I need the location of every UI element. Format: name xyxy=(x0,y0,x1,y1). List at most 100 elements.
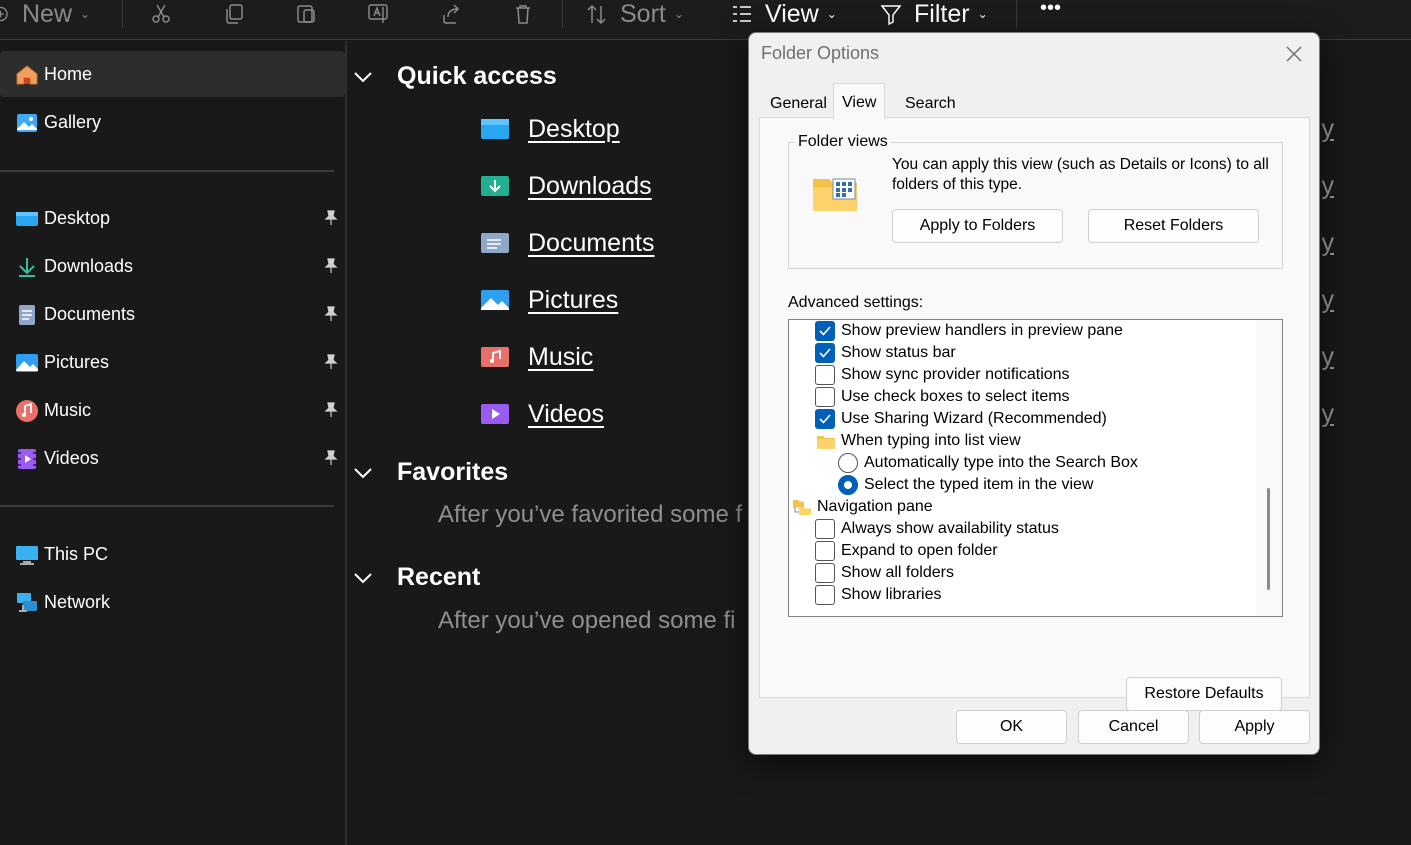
check-icon xyxy=(819,414,831,424)
setting-use-sharing-wizard[interactable]: Use Sharing Wizard (Recommended) xyxy=(815,408,1107,430)
view-button[interactable]: View ⌄ xyxy=(731,0,837,28)
network-icon xyxy=(17,593,37,612)
documents-icon xyxy=(19,305,35,325)
filter-button[interactable]: Filter ⌄ xyxy=(880,0,988,28)
home-icon xyxy=(16,65,38,85)
more-options-button[interactable]: ••• xyxy=(1040,0,1061,22)
pin-icon[interactable] xyxy=(323,210,339,226)
sidebar-item-label: Home xyxy=(44,63,93,84)
setting-auto-type-search-box[interactable]: Automatically type into the Search Box xyxy=(838,452,1138,474)
chevron-down-icon: ⌄ xyxy=(673,7,684,21)
cancel-button[interactable]: Cancel xyxy=(1078,710,1189,744)
folder-views-description: You can apply this view (such as Details… xyxy=(892,156,1269,193)
setting-show-all-folders[interactable]: Show all folders xyxy=(815,562,954,584)
pin-icon[interactable] xyxy=(323,258,339,274)
downloads-icon xyxy=(19,258,35,277)
delete-button[interactable] xyxy=(512,0,534,28)
view-label: View xyxy=(765,0,819,28)
setting-label: Always show availability status xyxy=(841,520,1059,537)
sidebar-item-music[interactable]: Music xyxy=(0,387,345,433)
section-recent[interactable]: Recent xyxy=(354,563,480,592)
radio-selected[interactable] xyxy=(838,475,858,495)
gallery-icon xyxy=(17,114,37,132)
pin-icon[interactable] xyxy=(323,354,339,370)
navigation-pane: Home Gallery Desktop Downloads Documents… xyxy=(0,41,347,845)
setting-show-preview-handlers[interactable]: Show preview handlers in preview pane xyxy=(815,320,1123,342)
share-icon xyxy=(443,4,460,24)
checkbox-checked[interactable] xyxy=(815,321,835,341)
sidebar-item-gallery[interactable]: Gallery xyxy=(0,99,345,145)
list-scrollbar[interactable] xyxy=(1256,320,1282,616)
sidebar-item-label: Pictures xyxy=(44,351,110,372)
apply-button[interactable]: Apply xyxy=(1199,710,1310,744)
advanced-settings-label: Advanced settings: xyxy=(788,294,924,311)
sidebar-item-label: This PC xyxy=(44,543,109,564)
sidebar-item-pictures[interactable]: Pictures xyxy=(0,339,345,385)
setting-label: When typing into list view xyxy=(841,432,1021,449)
setting-label: Navigation pane xyxy=(817,498,933,515)
pin-icon[interactable] xyxy=(323,402,339,418)
cut-button[interactable] xyxy=(150,0,172,28)
sidebar-item-documents[interactable]: Documents xyxy=(0,291,345,337)
quick-access-item-music[interactable]: Music xyxy=(528,343,593,372)
sort-button[interactable]: Sort ⌄ xyxy=(586,0,684,28)
sidebar-item-label: Desktop xyxy=(44,207,111,228)
apply-to-folders-button[interactable]: Apply to Folders xyxy=(892,209,1063,243)
cut-icon xyxy=(152,4,170,23)
reset-folders-button[interactable]: Reset Folders xyxy=(1088,209,1259,243)
chevron-down-icon xyxy=(354,467,372,478)
copy-button[interactable] xyxy=(223,0,245,28)
setting-group-navigation-pane: Navigation pane xyxy=(793,496,933,518)
ok-button[interactable]: OK xyxy=(956,710,1067,744)
setting-label: Show status bar xyxy=(841,344,956,361)
advanced-settings-list[interactable]: Show preview handlers in preview pane Sh… xyxy=(788,319,1283,617)
scrollbar-thumb[interactable] xyxy=(1267,488,1270,590)
section-favorites[interactable]: Favorites xyxy=(354,458,508,487)
setting-show-libraries[interactable]: Show libraries xyxy=(815,584,941,606)
checkbox-unchecked[interactable] xyxy=(815,365,835,385)
setting-always-show-availability[interactable]: Always show availability status xyxy=(815,518,1059,540)
sidebar-item-desktop[interactable]: Desktop xyxy=(0,195,345,241)
paste-button[interactable] xyxy=(295,0,317,28)
setting-show-status-bar[interactable]: Show status bar xyxy=(815,342,956,364)
pin-icon[interactable] xyxy=(323,450,339,466)
section-quick-access[interactable]: Quick access xyxy=(354,62,557,91)
checkbox-unchecked[interactable] xyxy=(815,541,835,561)
setting-expand-to-open-folder[interactable]: Expand to open folder xyxy=(815,540,998,562)
tab-search[interactable]: Search xyxy=(897,89,964,117)
trash-icon xyxy=(516,5,530,24)
tab-general[interactable]: General xyxy=(762,89,835,117)
setting-select-typed-item[interactable]: Select the typed item in the view xyxy=(838,474,1093,496)
restore-defaults-button[interactable]: Restore Defaults xyxy=(1126,677,1282,711)
setting-label: Show libraries xyxy=(841,586,942,603)
checkbox-checked[interactable] xyxy=(815,409,835,429)
quick-access-item-desktop[interactable]: Desktop xyxy=(528,115,620,144)
quick-access-item-videos[interactable]: Videos xyxy=(528,400,604,429)
rename-button[interactable] xyxy=(367,0,389,28)
pin-icon[interactable] xyxy=(323,306,339,322)
checkbox-unchecked[interactable] xyxy=(815,519,835,539)
this-pc-icon xyxy=(16,546,38,565)
checkbox-unchecked[interactable] xyxy=(815,585,835,605)
setting-show-sync-notifications[interactable]: Show sync provider notifications xyxy=(815,364,1070,386)
checkbox-unchecked[interactable] xyxy=(815,563,835,583)
sidebar-item-network[interactable]: Network xyxy=(0,579,345,625)
checkbox-unchecked[interactable] xyxy=(815,387,835,407)
sidebar-item-this-pc[interactable]: This PC xyxy=(0,531,345,577)
quick-access-item-pictures[interactable]: Pictures xyxy=(528,286,618,315)
sidebar-item-downloads[interactable]: Downloads xyxy=(0,243,345,289)
copy-icon xyxy=(226,4,243,24)
share-button[interactable] xyxy=(440,0,462,28)
chevron-down-icon: ⌄ xyxy=(826,7,837,21)
quick-access-item-downloads[interactable]: Downloads xyxy=(528,172,652,201)
radio-unselected[interactable] xyxy=(838,453,858,473)
sidebar-item-home[interactable]: Home xyxy=(0,51,345,97)
setting-use-check-boxes[interactable]: Use check boxes to select items xyxy=(815,386,1070,408)
new-button[interactable]: New ⌄ xyxy=(0,0,90,28)
quick-access-item-documents[interactable]: Documents xyxy=(528,229,654,258)
desktop-icon xyxy=(16,212,38,226)
close-button[interactable] xyxy=(1283,43,1305,65)
tab-view[interactable]: View xyxy=(833,83,886,119)
checkbox-checked[interactable] xyxy=(815,343,835,363)
sidebar-item-videos[interactable]: Videos xyxy=(0,435,345,481)
